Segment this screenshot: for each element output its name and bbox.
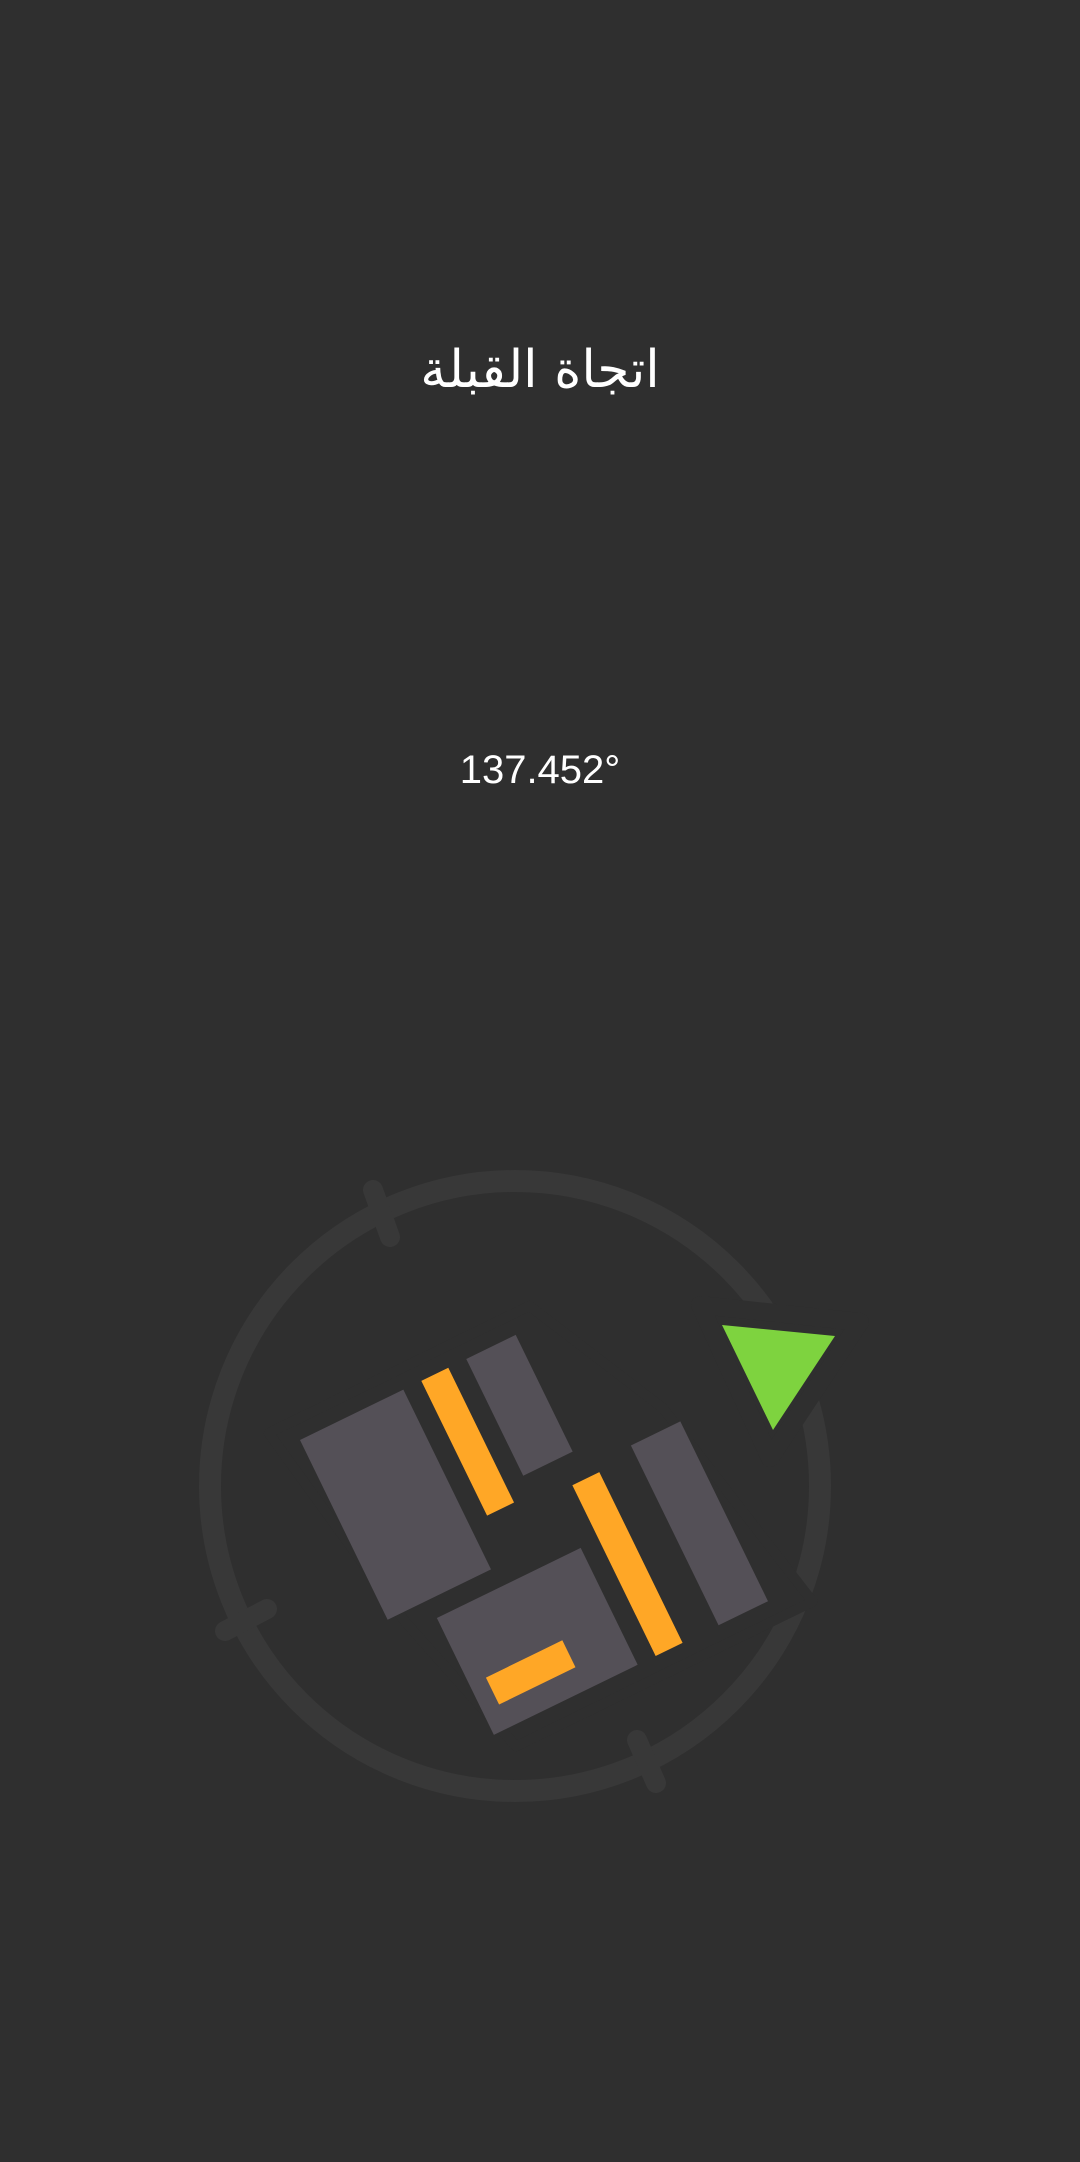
qibla-screen: اتجاة القبلة 137.452° — [0, 0, 1080, 2162]
triangle-pointer-icon — [691, 1296, 869, 1467]
qibla-bearing-readout: 137.452° — [459, 748, 621, 792]
qibla-compass — [195, 1160, 885, 1810]
qibla-compass-icon — [199, 1170, 869, 1802]
page-title: اتجاة القبلة — [420, 340, 660, 400]
